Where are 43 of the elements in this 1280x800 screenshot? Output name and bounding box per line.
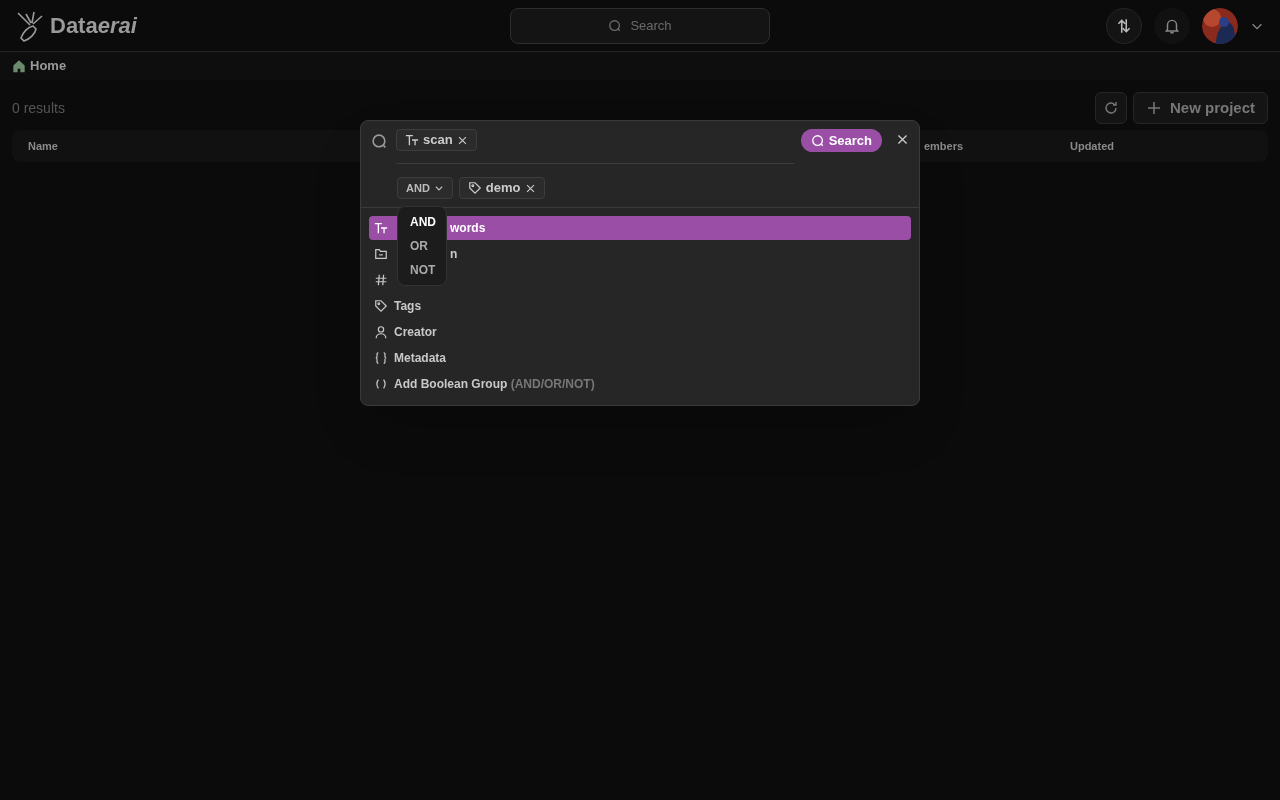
text-type-icon <box>374 221 388 235</box>
arrows-icon <box>1115 16 1133 35</box>
home-icon <box>12 59 26 73</box>
chevron-down-icon <box>433 183 444 193</box>
query-chip[interactable]: scan <box>396 129 477 151</box>
column-header: Updated <box>1069 138 1114 154</box>
braces-icon <box>374 351 388 365</box>
search-icon <box>371 133 388 150</box>
new-project-button[interactable]: New project <box>1132 92 1268 124</box>
plus-icon <box>1145 100 1162 116</box>
close-icon[interactable] <box>896 133 909 146</box>
tag-icon <box>467 181 482 195</box>
text-type-icon <box>405 133 419 147</box>
search-icon <box>810 133 825 148</box>
refresh-icon <box>1102 100 1119 116</box>
breadcrumb-link[interactable]: Home <box>30 56 67 76</box>
chip-label: scan <box>423 131 453 150</box>
search-button[interactable]: Search <box>800 129 882 152</box>
query-chip[interactable]: demo <box>458 177 545 199</box>
refresh-button[interactable] <box>1094 92 1127 124</box>
sync-button[interactable] <box>1106 7 1142 44</box>
column-header: Name <box>28 138 58 154</box>
menu-item[interactable]: n <box>450 245 458 263</box>
user-icon <box>374 325 388 339</box>
menu-item[interactable]: Metadata <box>394 349 446 367</box>
logo-text: Dataerai <box>50 12 137 40</box>
results-count: 0 results <box>12 98 65 118</box>
menu-item[interactable]: Creator <box>394 323 437 341</box>
operator-dropdown[interactable]: AND <box>397 177 453 199</box>
menu-item[interactable]: Add Boolean Group (AND/OR/NOT) <box>394 375 595 393</box>
chip-label: demo <box>485 179 521 198</box>
search-icon <box>608 19 623 33</box>
close-icon[interactable] <box>524 182 536 194</box>
operator-option[interactable]: NOT <box>398 258 446 282</box>
folder-icon <box>374 247 388 261</box>
search-field[interactable]: Search <box>510 8 770 44</box>
menu-item[interactable]: Tags <box>394 297 422 315</box>
item-label: words <box>450 220 486 237</box>
notifications-button[interactable] <box>1154 7 1190 44</box>
close-icon[interactable] <box>456 134 468 146</box>
parentheses-icon <box>374 377 388 391</box>
tag-icon <box>374 299 388 313</box>
column-header: embers <box>923 138 965 154</box>
